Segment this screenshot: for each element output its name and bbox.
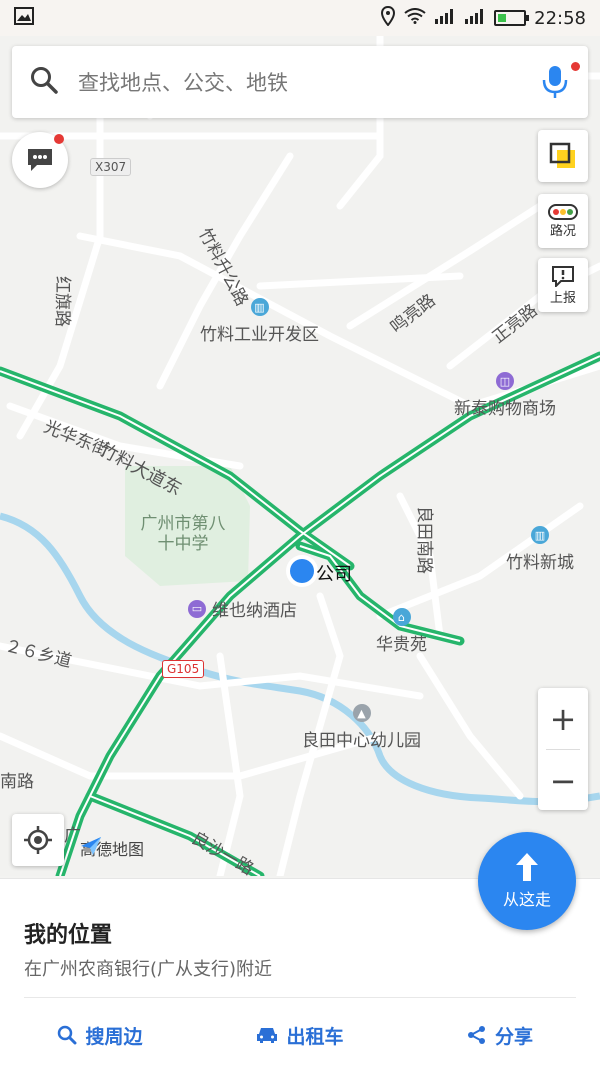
road-tag-g105: G105 [162, 660, 205, 678]
wifi-icon [404, 7, 426, 29]
status-time: 22:58 [534, 7, 586, 29]
message-button[interactable] [12, 132, 68, 188]
panel-divider [24, 997, 576, 998]
traffic-light-icon [548, 203, 578, 220]
poi-industrial-zone[interactable]: ▥ 竹料工业开发区 [200, 298, 319, 345]
search-icon [58, 1025, 77, 1045]
signal-icon [434, 8, 456, 29]
taxi-button[interactable]: 出租车 [200, 1013, 400, 1057]
layers-button[interactable] [538, 130, 588, 182]
poi-kindergarten[interactable]: ▲ 良田中心幼儿园 [302, 704, 421, 751]
report-icon [552, 265, 574, 287]
arrow-up-icon [516, 853, 538, 881]
location-marker [290, 559, 314, 583]
search-icon[interactable] [30, 66, 58, 98]
poi-huagui[interactable]: ⌂ 华贵苑 [376, 608, 427, 655]
hotel-icon: ▭ [188, 599, 206, 618]
signal-icon [464, 8, 486, 29]
building-icon: ▥ [250, 298, 269, 316]
poi-school[interactable]: 广州市第八十中学 [140, 514, 226, 555]
zoom-in-button[interactable]: + [538, 688, 588, 749]
traffic-button[interactable]: 路况 [538, 194, 588, 248]
road-label: 良田南路 [414, 506, 434, 574]
share-button[interactable]: 分享 [400, 1013, 600, 1057]
microphone-icon[interactable] [540, 62, 580, 100]
poi-company[interactable]: 公司 [316, 560, 352, 586]
zoom-control: + − [538, 688, 588, 810]
poi-zhuliao-new-city[interactable]: ▥ 竹料新城 [506, 526, 574, 573]
car-icon [257, 1028, 278, 1043]
report-button[interactable]: 上报 [538, 258, 588, 312]
shopping-icon: ◫ [496, 372, 514, 390]
map-view[interactable]: X307 G105 竹料升公路 红旗路 鸣亮路 正亮路 光华东街 竹料大道东 良… [0, 36, 600, 876]
chat-icon [28, 149, 52, 171]
share-icon [467, 1026, 485, 1044]
crosshair-icon [24, 826, 52, 854]
search-bar[interactable]: 查找地点、公交、地铁 [12, 46, 588, 118]
nearby-search-button[interactable]: 搜周边 [0, 1013, 200, 1057]
poi-xintai-mall[interactable]: ◫ 新泰购物商场 [454, 372, 556, 419]
residential-icon: ⌂ [392, 608, 411, 626]
panel-subtitle: 在广州农商银行(广从支行)附近 [24, 959, 273, 980]
zoom-out-button[interactable]: − [538, 750, 588, 811]
building-icon: ▥ [531, 526, 549, 544]
road-label: 红旗路 [52, 276, 72, 327]
image-icon [14, 6, 34, 30]
go-from-here-button[interactable]: 从这走 [478, 832, 576, 930]
poi-hotel[interactable]: ▭ 维也纳酒店 [188, 596, 297, 621]
notification-dot [54, 134, 64, 144]
map-logo: 高德地图 [80, 836, 144, 860]
school-icon: ▲ [352, 704, 371, 722]
panel-actions: 搜周边 出租车 分享 [0, 1013, 600, 1057]
amap-logo-icon [81, 837, 101, 855]
location-icon [380, 5, 396, 31]
search-input[interactable]: 查找地点、公交、地铁 [78, 67, 540, 97]
road-tag-x307: X307 [90, 158, 132, 176]
road-label: 南路 [0, 772, 34, 792]
road-label: 广 [64, 826, 81, 846]
notification-dot [571, 62, 580, 71]
layers-icon [549, 142, 575, 168]
status-bar: 22:58 [0, 0, 600, 36]
battery-icon [494, 10, 530, 26]
locate-button[interactable] [12, 814, 64, 866]
panel-title: 我的位置 [24, 923, 113, 948]
